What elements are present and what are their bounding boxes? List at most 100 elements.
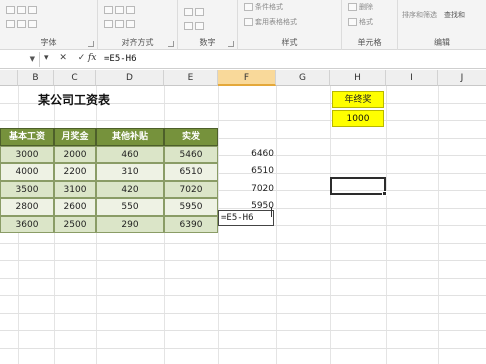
cancel-check-enter-icons[interactable]: ▾ ✕ ✓ bbox=[44, 53, 89, 63]
bonus-value-cell[interactable]: 1000 bbox=[332, 110, 384, 127]
result-cell[interactable]: 6460 bbox=[218, 146, 276, 164]
alignment-launcher-icon[interactable] bbox=[168, 41, 174, 47]
align-bottom-icon bbox=[126, 6, 135, 14]
sheet-row bbox=[0, 244, 486, 261]
sheet-row bbox=[0, 296, 486, 314]
font-color-icon bbox=[28, 20, 37, 28]
editing-group-label: 编辑 bbox=[434, 38, 450, 47]
font-buttons[interactable] bbox=[6, 6, 39, 14]
align-top-buttons[interactable] bbox=[104, 6, 137, 14]
name-box-dropdown-icon[interactable]: ▼ bbox=[30, 55, 35, 63]
format-button[interactable]: 格式 bbox=[348, 17, 373, 27]
find-select-button[interactable]: 查找和 bbox=[444, 10, 465, 20]
column-header-e[interactable]: E bbox=[164, 70, 218, 86]
table-cell[interactable]: 460 bbox=[96, 145, 164, 163]
delete-button[interactable]: 删除 bbox=[348, 2, 373, 12]
fill-buttons[interactable] bbox=[6, 20, 39, 28]
column-header-h[interactable]: H bbox=[330, 70, 386, 86]
bold-icon bbox=[6, 6, 15, 14]
header-base-salary[interactable]: 基本工资 bbox=[0, 128, 54, 146]
sheet-title: 某公司工资表 bbox=[38, 93, 111, 107]
header-net-pay[interactable]: 实发 bbox=[164, 128, 218, 146]
formula-buttons[interactable]: ▾ ✕ ✓ bbox=[44, 53, 89, 63]
table-format-button[interactable]: 套用表格格式 bbox=[244, 17, 297, 27]
font-group: 字体 bbox=[0, 0, 98, 50]
font-launcher-icon[interactable] bbox=[88, 41, 94, 47]
styles-group: 条件格式 套用表格格式 样式 bbox=[238, 0, 342, 50]
table-cell[interactable]: 2800 bbox=[0, 198, 54, 216]
column-header-b[interactable]: B bbox=[18, 70, 54, 86]
conditional-format-icon bbox=[244, 3, 253, 11]
align-top-icon bbox=[104, 6, 113, 14]
sheet-row bbox=[0, 349, 486, 364]
column-header-g[interactable]: G bbox=[276, 70, 330, 86]
text-cursor-icon bbox=[271, 207, 272, 217]
column-header-i[interactable]: I bbox=[386, 70, 438, 86]
column-header-d[interactable]: D bbox=[96, 70, 164, 86]
align-middle-icon bbox=[115, 6, 124, 14]
table-cell[interactable]: 6390 bbox=[164, 215, 218, 233]
cells-group-label: 单元格 bbox=[357, 38, 382, 47]
table-cell[interactable]: 2200 bbox=[54, 163, 96, 181]
alignment-group: 对齐方式 bbox=[98, 0, 178, 50]
table-cell[interactable]: 310 bbox=[96, 163, 164, 181]
header-other-allowance[interactable]: 其他补贴 bbox=[96, 128, 164, 146]
underline-icon bbox=[28, 6, 37, 14]
ribbon: 字体 对齐方式 数字 条件格式 套用表格格式 样式 删除 格式 单元格 排序和筛… bbox=[0, 0, 486, 50]
column-header-j[interactable]: J bbox=[438, 70, 486, 86]
result-cell[interactable]: 6510 bbox=[218, 163, 276, 181]
result-cell[interactable]: 7020 bbox=[218, 181, 276, 199]
sheet-row bbox=[0, 314, 486, 331]
merge-icon bbox=[126, 20, 135, 28]
delete-icon bbox=[348, 3, 357, 11]
conditional-format-button[interactable]: 条件格式 bbox=[244, 2, 283, 12]
table-cell[interactable]: 6510 bbox=[164, 163, 218, 181]
header-monthly-bonus[interactable]: 月奖金 bbox=[54, 128, 96, 146]
formula-input[interactable]: =E5-H6 bbox=[104, 54, 137, 64]
insert-function-icon[interactable]: fx bbox=[88, 53, 96, 63]
border-icon bbox=[6, 20, 15, 28]
table-cell[interactable]: 3100 bbox=[54, 180, 96, 198]
column-header-f[interactable]: F bbox=[218, 70, 276, 86]
align-left-icon bbox=[104, 20, 113, 28]
bonus-label-cell[interactable]: 年终奖 bbox=[332, 91, 384, 108]
italic-icon bbox=[17, 6, 26, 14]
align-left-buttons[interactable] bbox=[104, 20, 137, 28]
alignment-group-label: 对齐方式 bbox=[121, 38, 154, 47]
table-cell[interactable]: 3500 bbox=[0, 180, 54, 198]
styles-group-label: 样式 bbox=[281, 38, 298, 47]
sheet-row bbox=[0, 261, 486, 279]
table-cell[interactable]: 3000 bbox=[0, 145, 54, 163]
editing-group: 排序和筛选 查找和 编辑 bbox=[398, 0, 486, 50]
sort-filter-button[interactable]: 排序和筛选 bbox=[402, 10, 437, 20]
table-cell[interactable]: 7020 bbox=[164, 180, 218, 198]
column-header-c[interactable]: C bbox=[54, 70, 96, 86]
select-all-corner[interactable] bbox=[0, 70, 18, 86]
editing-cell[interactable]: =E5-H6 bbox=[218, 210, 274, 226]
sheet-row bbox=[0, 279, 486, 296]
selected-cell-outline[interactable] bbox=[330, 177, 387, 196]
table-cell[interactable]: 3600 bbox=[0, 215, 54, 233]
fill-color-icon bbox=[17, 20, 26, 28]
table-cell[interactable]: 420 bbox=[96, 180, 164, 198]
table-format-icon bbox=[244, 18, 253, 26]
name-box[interactable]: ▼ bbox=[0, 52, 40, 67]
table-cell[interactable]: 2500 bbox=[54, 215, 96, 233]
table-cell[interactable]: 290 bbox=[96, 215, 164, 233]
table-cell[interactable]: 550 bbox=[96, 198, 164, 216]
fill-handle[interactable] bbox=[382, 191, 387, 196]
align-center-icon bbox=[115, 20, 124, 28]
table-cell[interactable]: 5950 bbox=[164, 198, 218, 216]
table-cell[interactable]: 4000 bbox=[0, 163, 54, 181]
decimal-buttons[interactable] bbox=[184, 22, 206, 30]
increase-decimal-icon bbox=[184, 22, 193, 30]
number-launcher-icon[interactable] bbox=[228, 41, 234, 47]
table-cell[interactable]: 5460 bbox=[164, 145, 218, 163]
sheet-row bbox=[0, 331, 486, 349]
table-cell[interactable]: 2000 bbox=[54, 145, 96, 163]
decrease-decimal-icon bbox=[195, 22, 204, 30]
percent-icon bbox=[184, 8, 193, 16]
table-cell[interactable]: 2600 bbox=[54, 198, 96, 216]
cells-group: 删除 格式 单元格 bbox=[342, 0, 398, 50]
number-format-buttons[interactable] bbox=[184, 8, 206, 16]
